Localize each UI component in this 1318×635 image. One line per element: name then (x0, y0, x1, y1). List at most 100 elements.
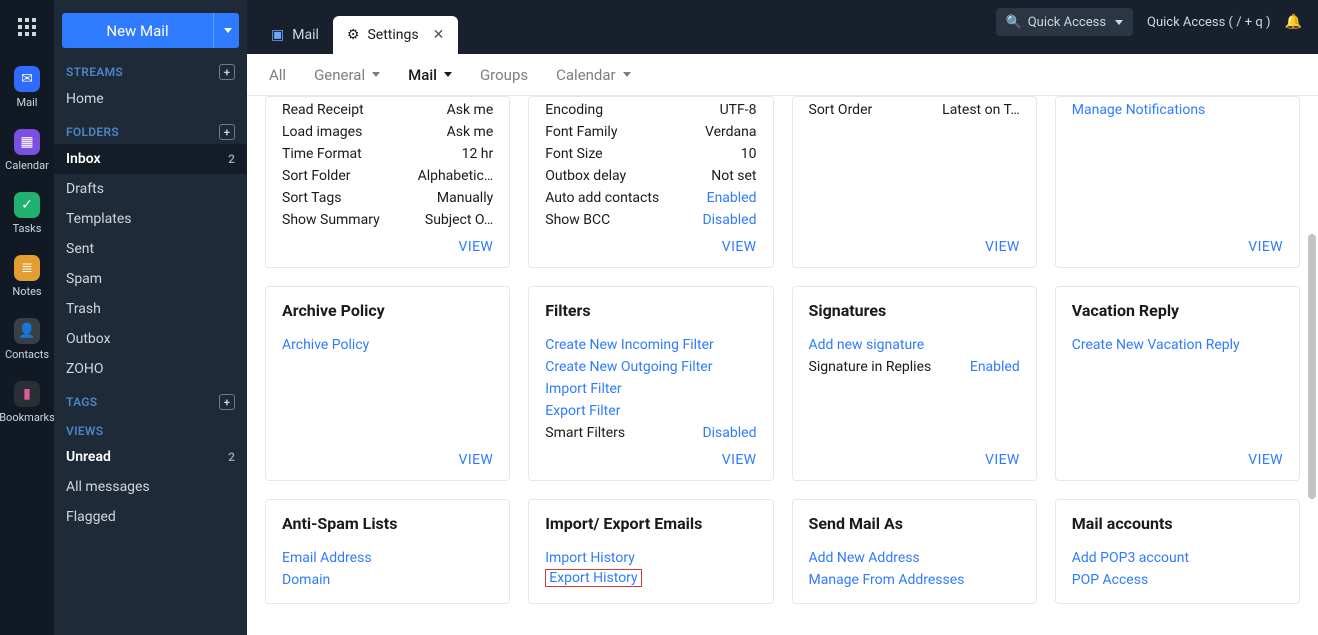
setting-value: Verdana (705, 124, 757, 140)
sidebar-item-outbox[interactable]: Outbox (54, 324, 247, 354)
sidebar-item-inbox[interactable]: Inbox 2 (54, 144, 247, 174)
add-pop3-link[interactable]: Add POP3 account (1072, 547, 1189, 569)
setting-value: Not set (711, 168, 756, 184)
rail-bookmarks[interactable]: ▮ Bookmarks (0, 369, 54, 432)
export-history-link[interactable]: Export History (545, 569, 641, 587)
sidebar-item-templates[interactable]: Templates (54, 204, 247, 234)
subtab-all[interactable]: All (269, 66, 286, 84)
rail-calendar[interactable]: ▦ Calendar (0, 117, 54, 180)
add-signature-link[interactable]: Add new signature (809, 334, 925, 356)
subtab-groups[interactable]: Groups (480, 66, 528, 84)
manage-notifications-link[interactable]: Manage Notifications (1072, 99, 1206, 121)
new-mail-dropdown[interactable] (213, 13, 239, 48)
close-settings-tab[interactable]: ✕ (433, 27, 445, 43)
setting-toggle[interactable]: Enabled (707, 190, 757, 206)
rail-tasks[interactable]: ✓ Tasks (0, 180, 54, 243)
view-link[interactable]: VIEW (282, 231, 493, 255)
calendar-icon: ▦ (14, 129, 40, 155)
card-filters: Filters Create New Incoming Filter Creat… (528, 286, 773, 481)
card-title: Signatures (809, 301, 1020, 320)
archive-policy-link[interactable]: Archive Policy (282, 334, 369, 356)
setting-value: Alphabetic… (418, 168, 494, 184)
create-incoming-filter-link[interactable]: Create New Incoming Filter (545, 334, 714, 356)
create-outgoing-filter-link[interactable]: Create New Outgoing Filter (545, 356, 712, 378)
view-link[interactable]: VIEW (545, 444, 756, 468)
setting-toggle[interactable]: Disabled (702, 212, 756, 228)
streams-header: STREAMS + (54, 54, 247, 84)
tags-header: TAGS + (54, 384, 247, 414)
setting-value: 10 (741, 146, 757, 162)
subtab-calendar[interactable]: Calendar (556, 66, 631, 84)
scrollbar[interactable] (1308, 234, 1316, 499)
add-stream-button[interactable]: + (219, 64, 235, 80)
mail-icon: ✉ (14, 66, 40, 92)
card-title: Mail accounts (1072, 514, 1283, 533)
view-link[interactable]: VIEW (282, 444, 493, 468)
sidebar-item-spam[interactable]: Spam (54, 264, 247, 294)
card-title: Send Mail As (809, 514, 1020, 533)
card-title: Anti-Spam Lists (282, 514, 493, 533)
add-new-address-link[interactable]: Add New Address (809, 547, 920, 569)
create-vacation-reply-link[interactable]: Create New Vacation Reply (1072, 334, 1240, 356)
manage-from-addresses-link[interactable]: Manage From Addresses (809, 569, 965, 591)
smart-filters-toggle[interactable]: Disabled (702, 425, 756, 441)
view-link[interactable]: VIEW (809, 444, 1020, 468)
import-history-link[interactable]: Import History (545, 547, 635, 569)
sidebar-item-sent[interactable]: Sent (54, 234, 247, 264)
folders-header: FOLDERS + (54, 114, 247, 144)
sidebar-item-home[interactable]: Home (54, 84, 247, 114)
sidebar-item-zoho[interactable]: ZOHO (54, 354, 247, 384)
new-mail-button[interactable]: New Mail (62, 13, 213, 48)
chevron-down-icon (620, 69, 631, 80)
rail-notes[interactable]: ≣ Notes (0, 243, 54, 306)
setting-value: 12 hr (462, 146, 494, 162)
top-bar: ▣ Mail ⚙ Settings ✕ 🔍 Quick Access Quick… (247, 0, 1318, 54)
unread-count: 2 (228, 450, 235, 464)
sidebar-item-allmessages[interactable]: All messages (54, 472, 247, 502)
rail-contacts[interactable]: 👤 Contacts (0, 306, 54, 369)
sidebar-item-flagged[interactable]: Flagged (54, 502, 247, 532)
view-link[interactable]: VIEW (1072, 444, 1283, 468)
card-send-mail-as: Send Mail As Add New Address Manage From… (792, 499, 1037, 604)
rail-mail[interactable]: ✉ Mail (0, 54, 54, 117)
add-tag-button[interactable]: + (219, 394, 235, 410)
card-import-export: Import/ Export Emails Import History Exp… (528, 499, 773, 604)
quick-access-shortcut[interactable]: Quick Access ( / + q ) (1147, 15, 1271, 30)
antispam-domain-link[interactable]: Domain (282, 569, 330, 591)
card-archive-policy: Archive Policy Archive Policy VIEW (265, 286, 510, 481)
tab-mail[interactable]: ▣ Mail (257, 16, 333, 54)
rail-tasks-label: Tasks (13, 222, 42, 235)
card-title: Import/ Export Emails (545, 514, 756, 533)
view-link[interactable]: VIEW (545, 231, 756, 255)
setting-value: Ask me (447, 102, 494, 118)
pop-access-link[interactable]: POP Access (1072, 569, 1148, 591)
import-filter-link[interactable]: Import Filter (545, 378, 621, 400)
view-link[interactable]: VIEW (809, 231, 1020, 255)
quick-access-button[interactable]: 🔍 Quick Access (996, 8, 1133, 36)
settings-scroll[interactable]: Read ReceiptAsk meLoad imagesAsk meTime … (247, 96, 1318, 635)
add-folder-button[interactable]: + (219, 124, 235, 140)
view-link[interactable]: VIEW (1072, 231, 1283, 255)
sidebar-item-drafts[interactable]: Drafts (54, 174, 247, 204)
settings-subtabs: All General Mail Groups Calendar (247, 54, 1318, 96)
mail-tab-icon: ▣ (271, 27, 284, 43)
signature-replies-toggle[interactable]: Enabled (970, 359, 1020, 375)
sidebar-item-trash[interactable]: Trash (54, 294, 247, 324)
sidebar-item-unread[interactable]: Unread 2 (54, 442, 247, 472)
subtab-mail[interactable]: Mail (408, 66, 452, 84)
apps-launcher-icon[interactable] (0, 0, 54, 54)
rail-bookmarks-label: Bookmarks (0, 411, 55, 424)
subtab-general[interactable]: General (314, 66, 380, 84)
rail-contacts-label: Contacts (5, 348, 49, 361)
antispam-email-link[interactable]: Email Address (282, 547, 372, 569)
views-header: VIEWS (54, 414, 247, 442)
card-title: Archive Policy (282, 301, 493, 320)
card-anti-spam: Anti-Spam Lists Email Address Domain (265, 499, 510, 604)
app-rail: ✉ Mail ▦ Calendar ✓ Tasks ≣ Notes 👤 Cont… (0, 0, 54, 635)
tab-settings[interactable]: ⚙ Settings ✕ (333, 16, 458, 54)
setting-value: Subject O… (425, 212, 493, 228)
export-filter-link[interactable]: Export Filter (545, 400, 620, 422)
chevron-down-icon (441, 69, 452, 80)
notifications-icon[interactable]: 🔔 (1285, 14, 1302, 30)
card-mail-view: Read ReceiptAsk meLoad imagesAsk meTime … (265, 96, 510, 268)
